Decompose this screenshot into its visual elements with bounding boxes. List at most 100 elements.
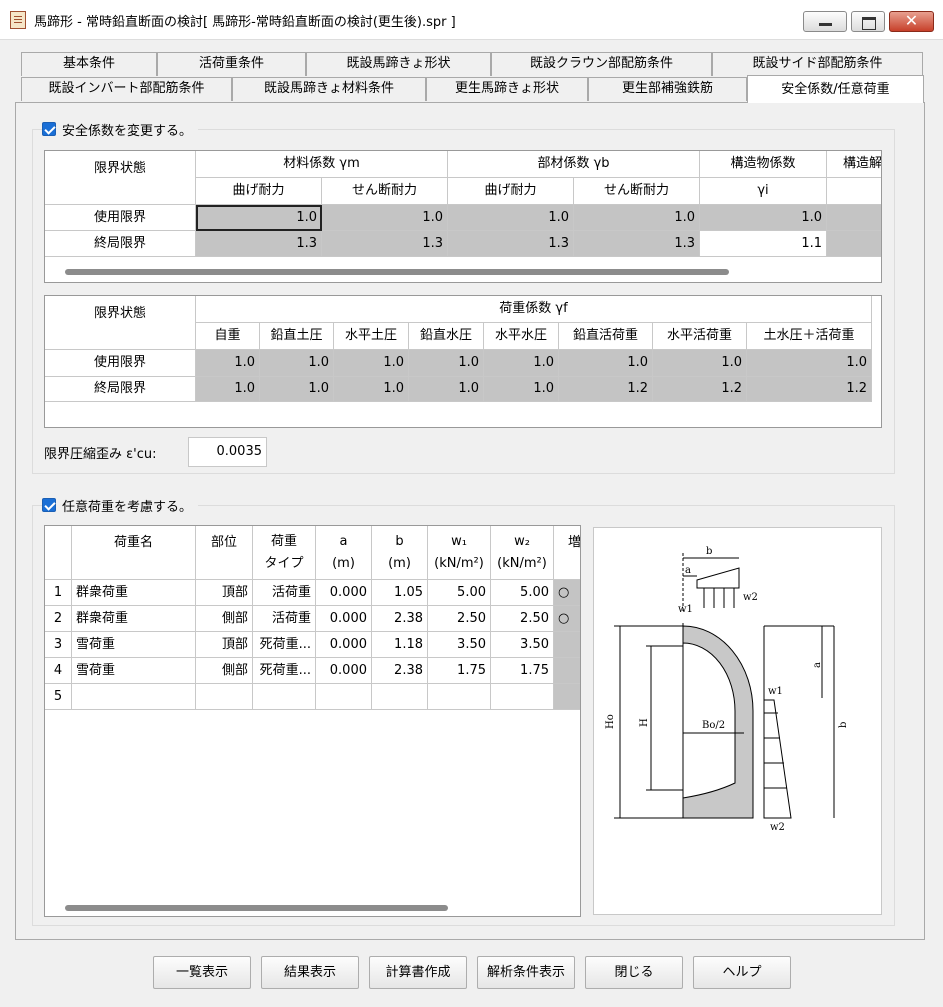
cell-ultimate-material-bend[interactable]: 1.3 <box>196 231 322 257</box>
safety-factor-checkbox[interactable]: 安全係数を変更する。 <box>42 121 199 139</box>
tab-side-rebar[interactable]: 既設サイド部配筋条件 <box>712 52 923 76</box>
load-row-2-type[interactable]: 活荷重 <box>253 606 316 632</box>
load-row-3-type[interactable]: 死荷重... <box>253 632 316 658</box>
load-row-4-w1[interactable]: 1.75 <box>428 658 491 684</box>
header-increase: 増 <box>554 526 580 580</box>
load-row-2-inc[interactable]: ○ <box>554 606 580 632</box>
load-row-4-name[interactable]: 雪荷重 <box>72 658 196 684</box>
tab-material[interactable]: 既設馬蹄きょ材料条件 <box>232 77 426 101</box>
load-table-horizontal-scrollbar[interactable] <box>65 905 448 911</box>
cell-lf-service-7[interactable]: 1.0 <box>747 350 872 377</box>
cell-service-member-shear[interactable]: 1.0 <box>574 205 700 231</box>
tab-invert-rebar[interactable]: 既設インバート部配筋条件 <box>21 77 232 101</box>
cell-lf-ultimate-5[interactable]: 1.2 <box>559 377 653 402</box>
load-row-2-part[interactable]: 側部 <box>196 606 253 632</box>
close-window-button[interactable]: ✕ <box>889 11 934 32</box>
header-a-line1: a <box>339 534 348 549</box>
cell-lf-ultimate-7[interactable]: 1.2 <box>747 377 872 402</box>
load-row-1-b[interactable]: 1.05 <box>372 580 428 606</box>
tab-renewed-shape[interactable]: 更生馬蹄きょ形状 <box>426 77 588 101</box>
cell-ultimate-member-bend[interactable]: 1.3 <box>448 231 574 257</box>
load-row-4-a[interactable]: 0.000 <box>316 658 372 684</box>
load-row-1-type[interactable]: 活荷重 <box>253 580 316 606</box>
load-row-4-b[interactable]: 2.38 <box>372 658 428 684</box>
cell-service-member-bend[interactable]: 1.0 <box>448 205 574 231</box>
tab-live-load[interactable]: 活荷重条件 <box>157 52 306 76</box>
help-button[interactable]: ヘルプ <box>693 956 791 989</box>
load-row-3-w2[interactable]: 3.50 <box>491 632 554 658</box>
cell-lf-ultimate-1[interactable]: 1.0 <box>260 377 334 402</box>
load-row-2-name[interactable]: 群衆荷重 <box>72 606 196 632</box>
result-view-button[interactable]: 結果表示 <box>261 956 359 989</box>
load-row-5-type[interactable] <box>253 684 316 710</box>
label-ho: Ho <box>605 714 616 729</box>
load-row-5-a[interactable] <box>316 684 372 710</box>
load-row-4-w2[interactable]: 1.75 <box>491 658 554 684</box>
analysis-condition-button[interactable]: 解析条件表示 <box>477 956 575 989</box>
minimize-button[interactable] <box>803 11 847 32</box>
load-row-5-part[interactable] <box>196 684 253 710</box>
load-row-1-a[interactable]: 0.000 <box>316 580 372 606</box>
close-button[interactable]: 閉じる <box>585 956 683 989</box>
cell-lf-service-4[interactable]: 1.0 <box>484 350 559 377</box>
cell-lf-ultimate-0[interactable]: 1.0 <box>196 377 260 402</box>
load-row-3-name[interactable]: 雪荷重 <box>72 632 196 658</box>
tab-crown-rebar[interactable]: 既設クラウン部配筋条件 <box>491 52 712 76</box>
tab-basic[interactable]: 基本条件 <box>21 52 157 76</box>
label-top-a: a <box>685 565 691 576</box>
load-row-5-inc[interactable] <box>554 684 580 710</box>
cell-ultimate-extra[interactable] <box>827 231 881 257</box>
load-row-5-name[interactable] <box>72 684 196 710</box>
load-row-3-w1[interactable]: 3.50 <box>428 632 491 658</box>
header-bend-1: 曲げ耐力 <box>196 178 322 205</box>
tab-existing-shape[interactable]: 既設馬蹄きょ形状 <box>306 52 491 76</box>
tab-safety-factor[interactable]: 安全係数/任意荷重 <box>747 75 924 103</box>
load-row-5-w1[interactable] <box>428 684 491 710</box>
header-material-factor: 材料係数 γm <box>196 151 448 178</box>
cell-ultimate-member-shear[interactable]: 1.3 <box>574 231 700 257</box>
load-row-2-w1[interactable]: 2.50 <box>428 606 491 632</box>
table1-horizontal-scrollbar[interactable] <box>65 269 729 275</box>
cell-ultimate-material-shear[interactable]: 1.3 <box>322 231 448 257</box>
cell-lf-service-5[interactable]: 1.0 <box>559 350 653 377</box>
side-trapezoid-load <box>763 699 792 819</box>
header-blank <box>827 178 881 205</box>
load-row-5-w2[interactable] <box>491 684 554 710</box>
load-row-1-inc[interactable]: ○ <box>554 580 580 606</box>
load-row-1-w2[interactable]: 5.00 <box>491 580 554 606</box>
report-create-button[interactable]: 計算書作成 <box>369 956 467 989</box>
cell-service-material-bend[interactable]: 1.0 <box>196 205 322 231</box>
arbitrary-load-checkbox[interactable]: 任意荷重を考慮する。 <box>42 497 199 515</box>
maximize-button[interactable] <box>851 11 885 32</box>
cell-lf-ultimate-2[interactable]: 1.0 <box>334 377 409 402</box>
cell-ultimate-structure[interactable]: 1.1 <box>700 231 827 257</box>
cell-lf-ultimate-6[interactable]: 1.2 <box>653 377 747 402</box>
load-row-1-w1[interactable]: 5.00 <box>428 580 491 606</box>
load-row-2-b[interactable]: 2.38 <box>372 606 428 632</box>
load-row-2-a[interactable]: 0.000 <box>316 606 372 632</box>
load-row-3-part[interactable]: 頂部 <box>196 632 253 658</box>
strain-input[interactable]: 0.0035 <box>188 437 267 467</box>
list-view-button[interactable]: 一覧表示 <box>153 956 251 989</box>
cell-service-extra[interactable] <box>827 205 881 231</box>
cell-lf-service-6[interactable]: 1.0 <box>653 350 747 377</box>
load-row-3-b[interactable]: 1.18 <box>372 632 428 658</box>
cell-service-material-shear[interactable]: 1.0 <box>322 205 448 231</box>
cell-lf-service-0[interactable]: 1.0 <box>196 350 260 377</box>
load-row-4-inc[interactable] <box>554 658 580 684</box>
cell-lf-service-1[interactable]: 1.0 <box>260 350 334 377</box>
cell-lf-ultimate-3[interactable]: 1.0 <box>409 377 484 402</box>
load-row-4-type[interactable]: 死荷重... <box>253 658 316 684</box>
cell-lf-ultimate-4[interactable]: 1.0 <box>484 377 559 402</box>
load-row-3-a[interactable]: 0.000 <box>316 632 372 658</box>
load-row-1-name[interactable]: 群衆荷重 <box>72 580 196 606</box>
load-row-5-b[interactable] <box>372 684 428 710</box>
tab-reinforcement[interactable]: 更生部補強鉄筋 <box>588 77 747 101</box>
cell-lf-service-3[interactable]: 1.0 <box>409 350 484 377</box>
load-row-1-part[interactable]: 頂部 <box>196 580 253 606</box>
cell-lf-service-2[interactable]: 1.0 <box>334 350 409 377</box>
load-row-4-part[interactable]: 側部 <box>196 658 253 684</box>
cell-service-structure[interactable]: 1.0 <box>700 205 827 231</box>
load-row-2-w2[interactable]: 2.50 <box>491 606 554 632</box>
load-row-3-inc[interactable] <box>554 632 580 658</box>
